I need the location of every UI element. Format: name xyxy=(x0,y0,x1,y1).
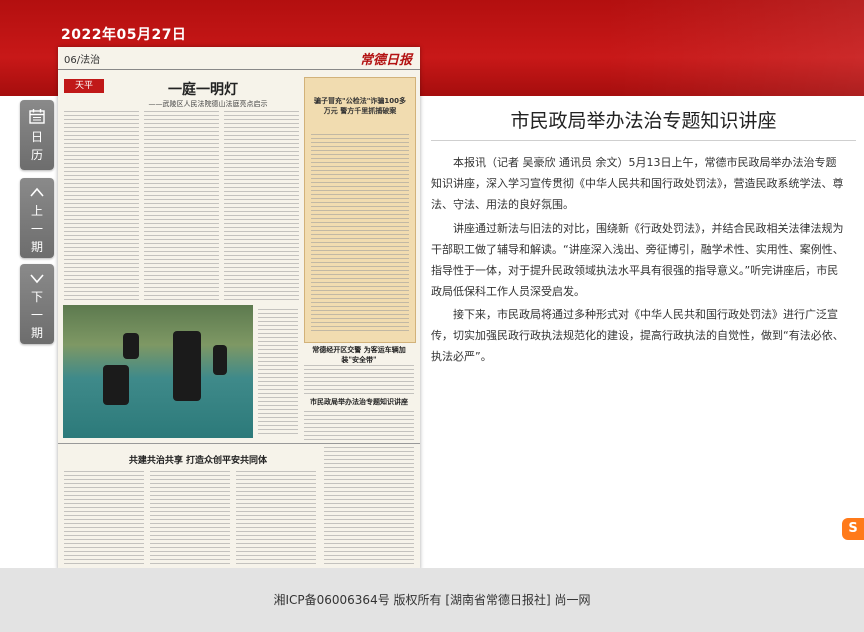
text-column xyxy=(64,471,144,566)
footer-copyright: 湘ICP备06006364号 版权所有 [湖南省常德日报社] 尚一网 xyxy=(273,593,591,607)
featured-box-article[interactable]: 骗子冒充"公检法"诈骗100多万元 警方千里抓捕破案 xyxy=(304,77,416,343)
page-header: 06/法治 常德日报 xyxy=(58,47,420,70)
photo-figure xyxy=(123,333,139,359)
article2-headline[interactable]: 常德经开区交警 为客运车辆加装"安全带" xyxy=(304,345,414,365)
title-divider xyxy=(431,140,856,141)
calendar-label: 日历 xyxy=(30,130,43,162)
article-paragraph: 接下来，市民政局将通过多种形式对《中华人民共和国行政处罚法》进行广泛宣传，切实加… xyxy=(431,308,844,363)
news-photo[interactable] xyxy=(63,305,253,438)
calendar-button[interactable]: 日历 xyxy=(20,100,54,170)
photo-caption-column xyxy=(258,309,298,437)
text-column xyxy=(144,111,219,301)
page-headline[interactable]: 一庭一明灯 xyxy=(128,79,278,99)
article-paragraph: 讲座通过新法与旧法的对比，围绕新《行政处罚法》，并结合民政相关法律法规为干部职工… xyxy=(431,222,844,298)
text-column xyxy=(324,447,414,566)
photo-figure xyxy=(103,365,129,405)
text-column xyxy=(304,365,414,395)
article-title: 市民政局举办法治专题知识讲座 xyxy=(510,110,777,132)
page-label: 06/法治 xyxy=(64,55,101,66)
article3-headline[interactable]: 市民政局举办法治专题知识讲座 xyxy=(304,397,414,407)
calendar-icon xyxy=(29,109,45,124)
chevron-down-icon xyxy=(30,274,44,284)
box-text xyxy=(311,134,409,334)
section-divider xyxy=(58,443,420,444)
text-column xyxy=(304,411,414,441)
site-widget-icon[interactable]: S xyxy=(842,518,864,540)
next-issue-label: 下一期 xyxy=(30,290,43,340)
text-column xyxy=(150,471,230,566)
footer: 湘ICP备06006364号 版权所有 [湖南省常德日报社] 尚一网 xyxy=(0,568,864,632)
box-headline: 骗子冒充"公检法"诈骗100多万元 警方千里抓捕破案 xyxy=(314,97,406,115)
photo-figure xyxy=(213,345,227,375)
text-column xyxy=(236,471,316,566)
masthead-logo: 常德日报 xyxy=(359,53,412,68)
text-column xyxy=(64,111,139,301)
newspaper-page[interactable]: 06/法治 常德日报 天平 一庭一明灯 ——武陵区人民法院德山法庭亮点启示 骗子… xyxy=(58,47,420,570)
text-column xyxy=(224,111,299,301)
photo-figure xyxy=(173,331,201,401)
next-issue-button[interactable]: 下一期 xyxy=(20,264,54,344)
issue-date: 2022年05月27日 xyxy=(61,27,187,43)
page-subheadline: ——武陵区人民法院德山法庭亮点启示 xyxy=(148,100,268,108)
article-paragraph: 本报讯（记者 吴豪欣 通讯员 余文）5月13日上午，常德市民政局举办法治专题知识… xyxy=(431,156,844,211)
chevron-up-icon xyxy=(30,187,44,197)
prev-issue-label: 上一期 xyxy=(30,204,43,254)
article-panel: 市民政局举办法治专题知识讲座 本报讯（记者 吴豪欣 通讯员 余文）5月13日上午… xyxy=(431,96,856,568)
prev-issue-button[interactable]: 上一期 xyxy=(20,178,54,258)
section-tag: 天平 xyxy=(64,79,104,93)
bottom-headline[interactable]: 共建共治共享 打造众创平安共同体 xyxy=(98,453,298,466)
